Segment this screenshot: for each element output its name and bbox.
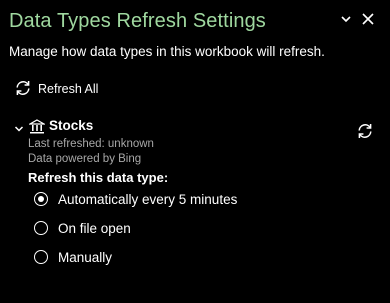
stocks-bank-icon [27, 119, 47, 134]
radio-option-manually[interactable]: Manually [34, 248, 112, 266]
refresh-icon [14, 79, 32, 100]
close-icon[interactable] [360, 11, 376, 27]
radio-label: Automatically every 5 minutes [58, 191, 238, 207]
refresh-all-label: Refresh All [38, 82, 99, 96]
last-refreshed-text: Last refreshed: unknown [28, 138, 154, 150]
radio-button-selected[interactable] [34, 192, 48, 206]
pane-description: Manage how data types in this workbook w… [9, 44, 325, 59]
radio-label: On file open [58, 220, 131, 236]
radio-button[interactable] [34, 221, 48, 235]
datatype-row-stocks: Stocks [14, 118, 376, 138]
radio-option-on-file-open[interactable]: On file open [34, 219, 131, 237]
data-types-refresh-pane: Data Types Refresh Settings Manage how d… [0, 0, 390, 303]
data-source-text: Data powered by Bing [28, 153, 142, 165]
radio-label: Manually [58, 249, 113, 265]
refresh-options-heading: Refresh this data type: [28, 170, 169, 185]
refresh-all-button[interactable]: Refresh All [14, 80, 98, 98]
pane-options-chevron-icon[interactable] [338, 11, 354, 27]
datatype-name: Stocks [49, 118, 94, 133]
refresh-datatype-icon[interactable] [356, 122, 374, 140]
pane-title-controls [336, 10, 376, 30]
pane-title: Data Types Refresh Settings [9, 10, 266, 32]
radio-button[interactable] [34, 250, 48, 264]
radio-option-automatic[interactable]: Automatically every 5 minutes [34, 190, 237, 208]
chevron-down-icon[interactable] [14, 121, 24, 132]
